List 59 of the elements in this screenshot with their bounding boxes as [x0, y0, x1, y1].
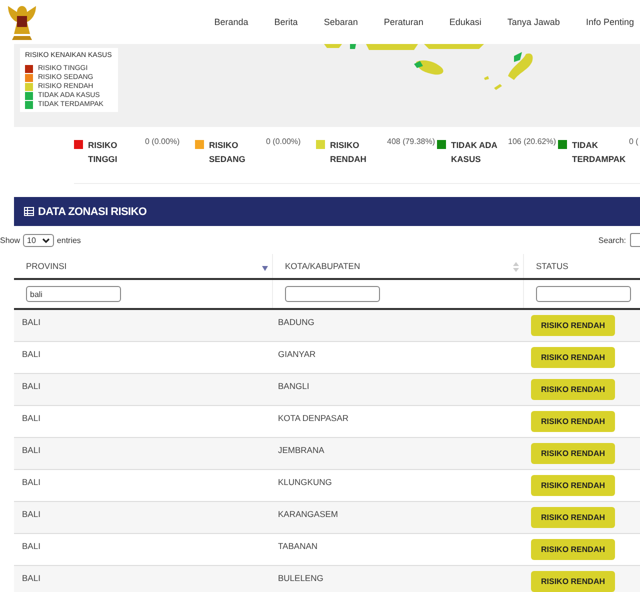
- status-badge: RISIKO RENDAH: [531, 539, 616, 560]
- status-badge: RISIKO RENDAH: [531, 379, 616, 400]
- table-cell-text: KARANGASEM: [277, 508, 339, 521]
- status-badge: RISIKO RENDAH: [531, 475, 616, 496]
- table-cell-text: BALI: [21, 412, 42, 425]
- column-header[interactable]: PROVINSI: [14, 254, 272, 278]
- table-cell-text: TABANAN: [277, 540, 319, 553]
- risk-label: RISIKO SEDANG: [209, 139, 246, 166]
- table-cell-text: BALI: [21, 316, 42, 329]
- table-cell-text: BALI: [21, 476, 42, 489]
- chevron-down-icon: [42, 238, 50, 242]
- show-label: Show: [0, 236, 20, 244]
- status-badge: RISIKO RENDAH: [531, 347, 616, 368]
- filter-field[interactable]: bali: [26, 286, 121, 302]
- column-header[interactable]: STATUS: [523, 254, 640, 278]
- table-cell-text: BALI: [21, 572, 42, 585]
- table-cell-text: BALI: [21, 380, 42, 393]
- risk-count: 0 (: [629, 137, 638, 146]
- table-cell-text: BANGLI: [277, 380, 310, 393]
- risk-count: 0 (0.00%): [145, 137, 180, 146]
- filter-field[interactable]: [536, 286, 631, 302]
- risk-label: RISIKO TINGGI: [88, 139, 118, 166]
- nav-link[interactable]: Tanya Jawab: [494, 17, 573, 27]
- table-cell-text: BALI: [21, 508, 42, 521]
- filter-field[interactable]: [285, 286, 380, 302]
- nav-link[interactable]: Beranda: [201, 17, 262, 27]
- nav-link[interactable]: Info Penting: [572, 17, 636, 27]
- column-header[interactable]: KOTA/KABUPATEN: [272, 254, 523, 278]
- table-cell-text: BADUNG: [277, 316, 316, 329]
- nav-link[interactable]: Sebaran: [310, 17, 371, 27]
- risk-count: 106 (20.62%): [508, 137, 556, 146]
- risk-count: 408 (79.38%): [387, 137, 436, 146]
- sort-down-icon[interactable]: [262, 266, 268, 271]
- risk-label: RISIKO RENDAH: [330, 139, 368, 166]
- page-size-select[interactable]: 10: [23, 234, 54, 246]
- panel-title: DATA ZONASI RISIKO: [38, 206, 147, 218]
- risk-label: TIDAK TERDAMPAK: [572, 139, 626, 166]
- status-badge: RISIKO RENDAH: [531, 411, 616, 432]
- status-badge: RISIKO RENDAH: [531, 443, 616, 464]
- table-cell-text: KLUNGKUNG: [277, 476, 333, 489]
- table-cell-text: BALI: [21, 540, 42, 553]
- search-field[interactable]: [630, 233, 640, 247]
- nav-link[interactable]: Berita: [261, 17, 311, 27]
- table-cell-text: BALI: [21, 348, 42, 361]
- table-cell-text: BALI: [21, 444, 42, 457]
- table-cell-text: BULELENG: [277, 572, 324, 585]
- search-label: Search:: [598, 236, 626, 244]
- status-badge: RISIKO RENDAH: [531, 571, 616, 592]
- entries-label: entries: [56, 236, 81, 244]
- status-badge: RISIKO RENDAH: [531, 507, 616, 528]
- risk-label: TIDAK ADA KASUS: [451, 139, 498, 166]
- table-cell-text: JEMBRANA: [277, 444, 326, 457]
- table-icon: [24, 207, 34, 216]
- table-cell-text: GIANYAR: [277, 348, 317, 361]
- nav-link[interactable]: Peraturan: [370, 17, 436, 27]
- table-cell-text: KOTA DENPASAR: [277, 412, 350, 425]
- nav-link[interactable]: Edukasi: [436, 17, 494, 27]
- risk-count: 0 (0.00%): [266, 137, 301, 146]
- status-badge: RISIKO RENDAH: [531, 315, 616, 336]
